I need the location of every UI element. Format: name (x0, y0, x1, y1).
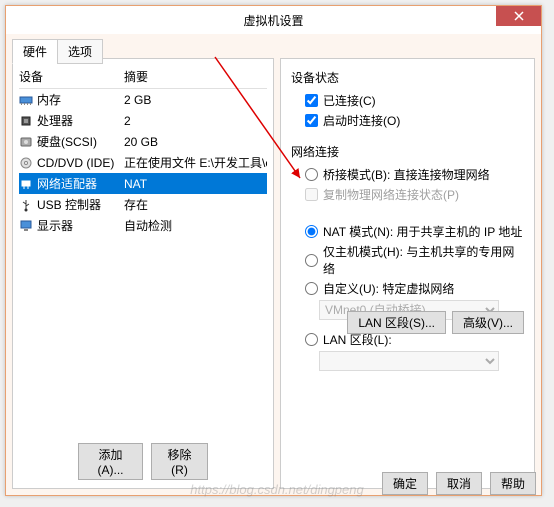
device-state-group: 设备状态 已连接(C) 启动时连接(O) (291, 69, 524, 129)
device-state-title: 设备状态 (291, 69, 524, 86)
vm-settings-window: 虚拟机设置 硬件 选项 设备 摘要 内存 2 GB 处理器 2 硬盘(SCSI)… (5, 5, 542, 496)
lan-select (319, 351, 499, 371)
col-device: 设备 (19, 68, 124, 85)
close-button[interactable] (496, 6, 541, 26)
replicate-checkbox: 复制物理网络连接状态(P) (305, 186, 524, 203)
disk-icon (19, 135, 33, 149)
help-button[interactable]: 帮助 (490, 472, 536, 495)
network-connection-group: 网络连接 桥接模式(B): 直接连接物理网络 复制物理网络连接状态(P) NAT… (291, 143, 524, 371)
custom-radio[interactable]: 自定义(U): 特定虚拟网络 (305, 280, 524, 297)
add-button[interactable]: 添加(A)... (78, 443, 143, 480)
row-harddisk[interactable]: 硬盘(SCSI) 20 GB (19, 131, 267, 152)
connect-at-power-checkbox[interactable]: 启动时连接(O) (305, 112, 524, 129)
cancel-button[interactable]: 取消 (436, 472, 482, 495)
cd-icon (19, 156, 33, 170)
settings-panel: 设备状态 已连接(C) 启动时连接(O) 网络连接 桥接模式(B): 直接连接物… (280, 58, 535, 489)
memory-icon (19, 93, 33, 107)
network-connection-title: 网络连接 (291, 143, 524, 160)
display-icon (19, 219, 33, 233)
table-header: 设备 摘要 (19, 65, 267, 89)
row-cddvd[interactable]: CD/DVD (IDE) 正在使用文件 E:\开发工具\cenos7\... (19, 152, 267, 173)
row-usb[interactable]: USB 控制器 存在 (19, 194, 267, 215)
connected-checkbox[interactable]: 已连接(C) (305, 92, 524, 109)
tabs: 硬件 选项 (12, 39, 102, 64)
window-title: 虚拟机设置 (243, 12, 303, 29)
row-memory[interactable]: 内存 2 GB (19, 89, 267, 110)
row-display[interactable]: 显示器 自动检测 (19, 215, 267, 236)
titlebar: 虚拟机设置 (6, 6, 541, 34)
row-processor[interactable]: 处理器 2 (19, 110, 267, 131)
nat-radio[interactable]: NAT 模式(N): 用于共享主机的 IP 地址 (305, 223, 524, 240)
row-network-adapter[interactable]: 网络适配器 NAT (19, 173, 267, 194)
remove-button[interactable]: 移除(R) (151, 443, 208, 480)
hardware-list-panel: 设备 摘要 内存 2 GB 处理器 2 硬盘(SCSI) 20 GB CD/DV… (12, 58, 274, 489)
network-icon (19, 177, 33, 191)
lan-segments-button[interactable]: LAN 区段(S)... (347, 311, 446, 334)
advanced-button[interactable]: 高级(V)... (452, 311, 524, 334)
hostonly-radio[interactable]: 仅主机模式(H): 与主机共享的专用网络 (305, 243, 524, 277)
close-icon (512, 9, 526, 23)
tab-options[interactable]: 选项 (57, 39, 103, 64)
ok-button[interactable]: 确定 (382, 472, 428, 495)
usb-icon (19, 198, 33, 212)
tab-hardware[interactable]: 硬件 (12, 39, 58, 64)
bridged-radio[interactable]: 桥接模式(B): 直接连接物理网络 (305, 166, 524, 183)
col-summary: 摘要 (124, 68, 267, 85)
cpu-icon (19, 114, 33, 128)
